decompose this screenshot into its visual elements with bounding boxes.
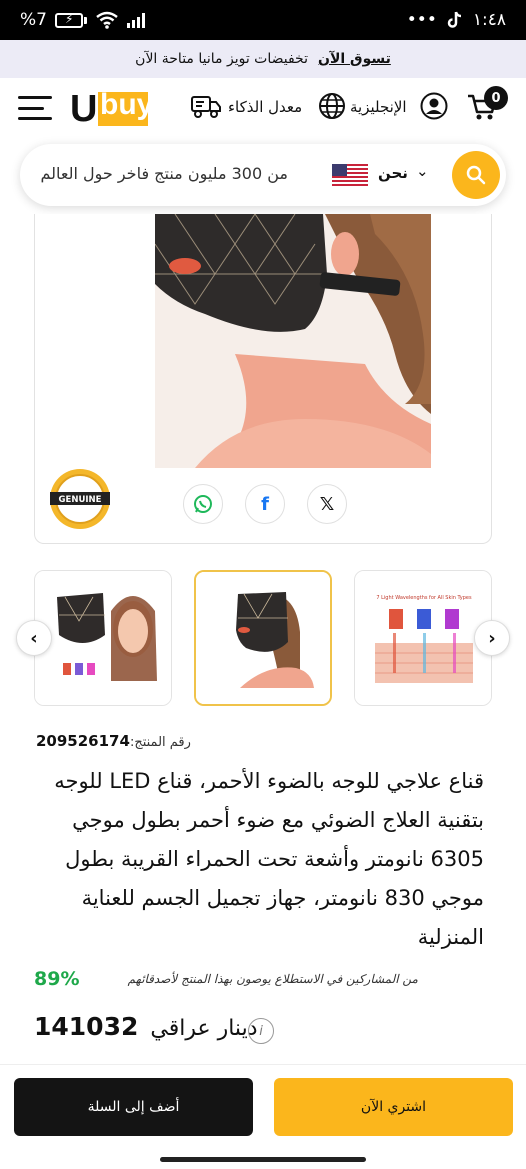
- product-image-card: GENUINE f 𝕏: [34, 214, 492, 544]
- thumbnail-image-2: [196, 572, 330, 704]
- status-time: ١:٤٨: [472, 10, 506, 30]
- product-title: قناع علاجي للوجه بالضوء الأحمر، قناع LED…: [54, 769, 484, 949]
- search-placeholder[interactable]: من 300 مليون منتج فاخر حول العالم: [40, 164, 288, 183]
- promo-text: تخفيضات تويز مانيا متاحة الآن: [135, 51, 308, 67]
- price-currency: دينار عراقي: [150, 1016, 258, 1041]
- bottom-action-bar: أضف إلى السلة اشتري الآن: [0, 1064, 526, 1169]
- price-row: دينار عراقي 141032: [34, 1012, 258, 1041]
- home-indicator[interactable]: [160, 1157, 366, 1162]
- thumbnail-1[interactable]: [34, 570, 172, 706]
- recommendation-row: 89% من المشاركين في الاستطلاع يوصون بهذا…: [34, 968, 418, 990]
- x-share-button[interactable]: 𝕏: [307, 484, 347, 524]
- thumbnail-2-selected[interactable]: [194, 570, 332, 706]
- battery-icon: ⚡: [54, 12, 87, 28]
- status-left: %7 ⚡: [20, 10, 149, 30]
- product-id: رقم المنتج:209526174: [36, 732, 191, 750]
- buy-now-button[interactable]: اشتري الآن: [274, 1078, 513, 1136]
- product-main-image[interactable]: [155, 214, 431, 468]
- genuine-badge-icon: GENUINE: [50, 469, 110, 529]
- product-id-value: 209526174: [36, 732, 130, 750]
- shop-now-link[interactable]: تسوق الآن: [318, 51, 391, 67]
- truck-icon[interactable]: [190, 94, 222, 120]
- tiktok-icon: [447, 11, 461, 28]
- signal-icon: [126, 13, 145, 28]
- chevron-down-icon[interactable]: ⌄: [416, 162, 429, 180]
- globe-icon[interactable]: [318, 92, 346, 120]
- ubuy-logo[interactable]: U buy: [70, 86, 153, 130]
- whatsapp-share-button[interactable]: [183, 484, 223, 524]
- carousel-prev-button[interactable]: ‹: [16, 620, 52, 656]
- promo-banner[interactable]: تسوق الآن تخفيضات تويز مانيا متاحة الآن: [0, 40, 526, 78]
- carousel-next-button[interactable]: ›: [474, 620, 510, 656]
- svg-text:7 Light Wavelengths for All Sk: 7 Light Wavelengths for All Skin Types: [376, 595, 472, 601]
- recommend-text: من المشاركين في الاستطلاع يوصون بهذا الم…: [127, 972, 418, 986]
- site-header: U buy معدل الذكاء الإنجليزية 0: [0, 78, 526, 138]
- status-bar: %7 ⚡ ••• ١:٤٨: [0, 0, 526, 40]
- search-button[interactable]: [452, 151, 500, 199]
- add-to-cart-button[interactable]: أضف إلى السلة: [14, 1078, 253, 1136]
- price-value: 141032: [34, 1012, 139, 1041]
- chevron-right-icon: ›: [488, 627, 496, 649]
- thumbnail-3[interactable]: 7 Light Wavelengths for All Skin Types: [354, 570, 492, 706]
- menu-icon[interactable]: [18, 96, 52, 120]
- battery-percent: %7: [20, 10, 47, 30]
- product-id-label: رقم المنتج:: [129, 735, 191, 750]
- cart-count-badge: 0: [484, 86, 508, 110]
- notification-dots: •••: [406, 10, 437, 30]
- wifi-icon: [96, 11, 118, 29]
- search-icon: [466, 165, 486, 185]
- svg-text:GENUINE: GENUINE: [59, 495, 102, 505]
- ship-from-label[interactable]: نحن: [378, 164, 408, 182]
- user-account-icon[interactable]: [420, 92, 448, 120]
- whatsapp-icon: [194, 495, 212, 513]
- chevron-left-icon: ‹: [30, 627, 38, 649]
- info-icon[interactable]: i: [248, 1018, 274, 1044]
- x-icon: 𝕏: [319, 493, 335, 515]
- recommend-percent: 89%: [34, 968, 80, 990]
- search-area: من 300 مليون منتج فاخر حول العالم نحن ⌄: [0, 138, 526, 214]
- thumbnail-carousel: 7 Light Wavelengths for All Skin Types ‹…: [0, 570, 526, 706]
- facebook-icon: f: [261, 493, 269, 515]
- search-bar[interactable]: من 300 مليون منتج فاخر حول العالم نحن ⌄: [20, 144, 506, 206]
- facebook-share-button[interactable]: f: [245, 484, 285, 524]
- status-right: ••• ١:٤٨: [407, 10, 506, 30]
- thumbnail-image-1: [35, 571, 171, 705]
- smart-rate-label[interactable]: معدل الذكاء: [228, 98, 302, 116]
- thumbnail-image-3: 7 Light Wavelengths for All Skin Types: [355, 571, 491, 705]
- language-selector[interactable]: الإنجليزية: [350, 98, 407, 116]
- us-flag-icon[interactable]: [332, 164, 368, 186]
